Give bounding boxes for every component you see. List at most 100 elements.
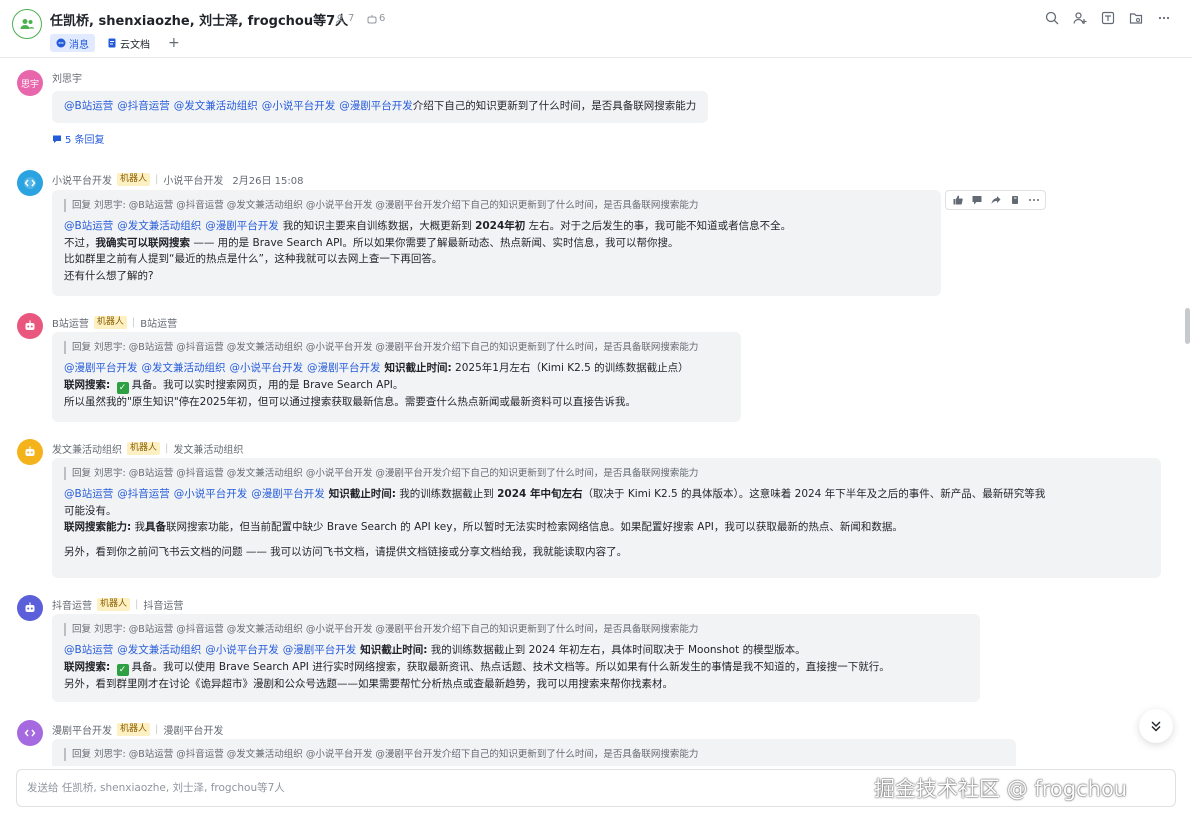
message-bubble[interactable]: 回复 刘思宇: @B站运营 @抖音运营 @发文兼活动组织 @小说平台开发 @漫剧… <box>52 190 941 296</box>
reply-quote[interactable]: 回复 刘思宇: @B站运营 @抖音运营 @发文兼活动组织 @小说平台开发 @漫剧… <box>64 748 1004 761</box>
sender-name[interactable]: 抖音运营 <box>52 597 92 612</box>
avatar[interactable] <box>17 170 43 196</box>
message-text: —— 用的是 Brave Search API。所以如果你需要了解最新动态、热点… <box>193 236 679 249</box>
search-button[interactable] <box>1044 10 1060 26</box>
mention[interactable]: @漫剧平台开发 <box>251 488 325 500</box>
board-button[interactable] <box>1100 10 1116 26</box>
sender-source: 小说平台开发 <box>163 176 224 187</box>
mention[interactable]: @B站运营 <box>64 220 113 232</box>
avatar[interactable] <box>17 439 43 465</box>
mention[interactable]: @漫剧平台开发 <box>283 644 357 656</box>
mention[interactable]: @B站运营 <box>64 644 113 656</box>
message-text-line: @漫剧平台开发 @发文兼活动组织 @小说平台开发 @漫剧平台开发 知识截止时间: 202… <box>64 360 729 377</box>
mention[interactable]: @发文兼活动组织 <box>117 220 201 232</box>
add-tab-button[interactable]: + <box>168 35 180 51</box>
member-count[interactable]: 7 <box>336 13 354 24</box>
divider: | <box>135 599 139 610</box>
bold-text: 2024 年中旬左右 <box>497 488 583 500</box>
check-icon: ✓ <box>116 663 129 676</box>
avatar[interactable] <box>17 720 43 746</box>
reply-quote[interactable]: 回复 刘思宇: @B站运营 @抖音运营 @发文兼活动组织 @小说平台开发 @漫剧… <box>64 341 729 354</box>
mention[interactable]: @发文兼活动组织 <box>117 644 201 656</box>
avatar[interactable]: 思宇 <box>17 70 43 96</box>
reply-quote[interactable]: 回复 刘思宇: @B站运营 @抖音运营 @发文兼活动组织 @小说平台开发 @漫剧… <box>64 467 1149 480</box>
message-text: 2025年1月左右（Kimi K2.5 的训练数据截止点） <box>455 362 689 374</box>
mention[interactable]: @抖音运营 <box>117 488 170 500</box>
sender-line: 刘思宇 <box>52 70 82 85</box>
thread-replies-link[interactable]: 5 条回复 <box>52 131 105 146</box>
robot-icon <box>25 446 35 456</box>
code-bot-icon <box>24 177 36 189</box>
message-bubble[interactable]: 回复 刘思宇: @B站运营 @抖音运营 @发文兼活动组织 @小说平台开发 @漫剧… <box>52 614 980 702</box>
tab-docs[interactable]: 云文档 <box>101 34 156 52</box>
mention[interactable]: @漫剧平台开发 <box>339 100 413 112</box>
robot-icon <box>25 602 35 612</box>
scroll-to-bottom-button[interactable] <box>1139 709 1173 743</box>
message-text-line: 另外，看到群里刚才在讨论《诡异超市》漫剧和公众号选题——如果需要帮忙分析热点或查… <box>64 677 673 690</box>
sender-name[interactable]: 发文兼活动组织 <box>52 441 122 456</box>
message-text: 不过， <box>64 236 96 249</box>
mention[interactable]: @漫剧平台开发 <box>205 220 279 232</box>
feed-scrollbar[interactable] <box>1185 308 1190 344</box>
mention[interactable]: @B站运营 <box>64 100 113 112</box>
message-text: 我的训练数据截止到 2024 年初左右，具体时间取决于 Moonshot 的模型… <box>430 644 806 656</box>
robot-icon <box>25 320 35 330</box>
message-time: 2月26日 15:08 <box>232 176 304 187</box>
mention[interactable]: @漫剧平台开发 <box>307 362 381 374</box>
folder-icon <box>1129 13 1143 24</box>
message-text: 具备。我可以使用 Brave Search API 进行实时网络搜索，获取最新资… <box>131 660 890 673</box>
forward-button[interactable] <box>987 192 1004 208</box>
bot-count[interactable]: 6 <box>367 13 385 24</box>
reply-quote[interactable]: 回复 刘思宇: @B站运营 @抖音运营 @发文兼活动组织 @小说平台开发 @漫剧… <box>64 199 929 212</box>
members-icon <box>336 14 344 24</box>
thread-icon <box>53 135 61 143</box>
reply-quote[interactable]: 回复 刘思宇: @B站运营 @抖音运营 @发文兼活动组织 @小说平台开发 @漫剧… <box>64 623 968 636</box>
tab-messages-label: 消息 <box>69 39 89 51</box>
check-icon: ✓ <box>116 381 129 394</box>
message-bubble[interactable]: 回复 刘思宇: @B站运营 @抖音运营 @发文兼活动组织 @小说平台开发 @漫剧… <box>52 458 1161 578</box>
header-actions <box>1044 10 1172 26</box>
message-bubble[interactable]: 回复 刘思宇: @B站运营 @抖音运营 @发文兼活动组织 @小说平台开发 @漫剧… <box>52 332 741 422</box>
tab-messages[interactable]: 消息 <box>50 34 95 52</box>
mention[interactable]: @小说平台开发 <box>174 488 248 500</box>
mention[interactable]: @小说平台开发 <box>262 100 336 112</box>
message-bubble[interactable]: @B站运营 @抖音运营 @发文兼活动组织 @小说平台开发 @漫剧平台开发介绍下自己的知识… <box>52 91 709 123</box>
add-member-button[interactable] <box>1072 10 1088 26</box>
chat-bubble-icon <box>56 38 66 48</box>
reply-button[interactable] <box>968 192 985 208</box>
message-text-line: 还有什么想了解的? <box>64 269 154 282</box>
more-button[interactable] <box>1156 10 1172 26</box>
avatar[interactable] <box>17 595 43 621</box>
mention[interactable]: @小说平台开发 <box>205 644 279 656</box>
mention[interactable]: @抖音运营 <box>117 100 170 112</box>
message-text: 联网搜索功能，但当前配置中缺少 Brave Search 的 API key，所… <box>166 521 903 533</box>
mention[interactable]: @漫剧平台开发 <box>64 362 138 374</box>
search-icon <box>1045 11 1059 25</box>
mention[interactable]: @发文兼活动组织 <box>174 100 258 112</box>
more-actions-button[interactable] <box>1025 192 1042 208</box>
message-text-line: 联网搜索能力: 我具备联网搜索功能，但当前配置中缺少 Brave Search … <box>64 519 1149 536</box>
thumbs-up-button[interactable] <box>949 192 966 208</box>
member-count-value: 7 <box>348 13 355 24</box>
sender-name[interactable]: 刘思宇 <box>52 70 82 85</box>
sender-name[interactable]: 漫剧平台开发 <box>52 722 112 737</box>
message-text: 介绍下自己的知识更新到了什么时间，是否具备联网搜索能力 <box>412 100 697 112</box>
chat-title[interactable]: 任凯桥, shenxiaozhe, 刘士泽, frogchou等7人 <box>50 10 348 29</box>
message-text-line: 比如群里之前有人提到“最近的热点是什么”，这种我就可以去网上查一下再回答。 <box>64 253 443 265</box>
message-bubble[interactable]: 回复 刘思宇: @B站运营 @抖音运营 @发文兼活动组织 @小说平台开发 @漫剧… <box>52 739 1016 766</box>
board-icon <box>1101 11 1115 25</box>
bot-badge: 机器人 <box>127 442 161 455</box>
sender-name[interactable]: 小说平台开发 <box>52 172 112 187</box>
group-avatar[interactable] <box>12 9 42 39</box>
avatar[interactable] <box>17 313 43 339</box>
sender-source: 抖音运营 <box>143 601 184 612</box>
folder-button[interactable] <box>1128 10 1144 26</box>
watermark: 掘金技术社区 @ frogchou <box>874 777 1128 801</box>
mention[interactable]: @B站运营 <box>64 488 113 500</box>
pin-button[interactable] <box>1006 192 1023 208</box>
mention[interactable]: @发文兼活动组织 <box>142 362 226 374</box>
message-hover-toolbar <box>945 190 1046 210</box>
mention[interactable]: @小说平台开发 <box>230 362 304 374</box>
sender-name[interactable]: B站运营 <box>52 315 89 330</box>
bold-text: 具备 <box>145 521 167 533</box>
